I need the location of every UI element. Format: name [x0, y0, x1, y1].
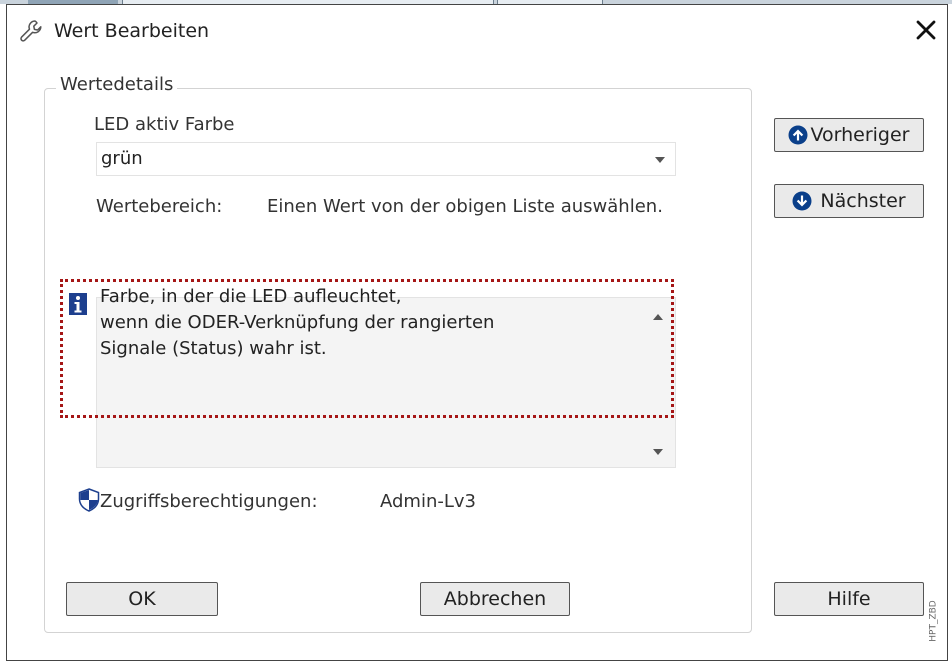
access-label: Zugriffsberechtigungen:: [100, 491, 318, 512]
info-icon: [69, 293, 87, 315]
select-value: grün: [101, 148, 143, 169]
help-label: Hilfe: [827, 588, 871, 610]
arrow-up-circle-icon: [788, 125, 808, 145]
group-legend: Wertedetails: [56, 74, 178, 95]
color-select[interactable]: grün: [96, 142, 676, 176]
description-text: Farbe, in der die LED aufleuchtet, wenn …: [100, 286, 495, 359]
scroll-down-icon[interactable]: [653, 449, 663, 455]
ok-label: OK: [128, 588, 156, 610]
next-label: Nächster: [820, 190, 906, 212]
arrow-down-circle-icon: [792, 191, 812, 211]
range-label: Wertebereich:: [96, 196, 223, 217]
cancel-label: Abbrechen: [443, 588, 547, 610]
ok-button[interactable]: OK: [66, 582, 218, 616]
cancel-button[interactable]: Abbrechen: [420, 582, 570, 616]
range-value: Einen Wert von der obigen Liste auswähle…: [267, 196, 663, 217]
chevron-down-icon: [655, 157, 665, 163]
title-bar: Wert Bearbeiten: [18, 16, 209, 46]
previous-label: Vorheriger: [810, 124, 910, 146]
field-label: LED aktiv Farbe: [94, 114, 235, 135]
watermark-text: HPT_ZBD: [928, 600, 939, 642]
watermark: HPT_ZBD: [929, 598, 943, 648]
dialog-title: Wert Bearbeiten: [54, 20, 210, 42]
wrench-icon: [20, 20, 42, 42]
close-icon[interactable]: [912, 16, 940, 44]
scroll-up-icon[interactable]: [653, 314, 663, 320]
access-value: Admin-Lv3: [380, 491, 476, 512]
next-button[interactable]: Nächster: [774, 184, 924, 218]
previous-button[interactable]: Vorheriger: [774, 118, 924, 152]
help-button[interactable]: Hilfe: [774, 582, 924, 616]
shield-icon: [78, 488, 100, 512]
